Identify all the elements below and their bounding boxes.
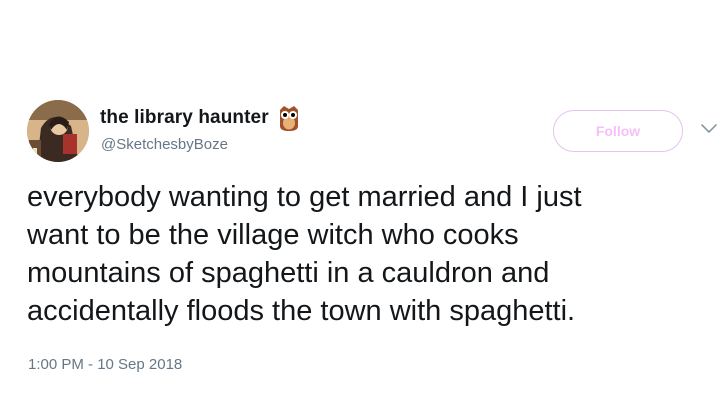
tweet-text-line: everybody wanting to get married and I j… — [27, 181, 582, 213]
owl-emoji-icon — [277, 104, 301, 132]
user-handle[interactable]: @SketchesbyBoze — [101, 136, 228, 153]
tweet-text-line: want to be the village witch who cooks — [27, 219, 519, 251]
tweet-card: the library haunter @SketchesbyBoze Foll… — [0, 0, 720, 418]
chevron-down-icon[interactable] — [700, 122, 718, 134]
tweet-timestamp[interactable]: 1:00 PM - 10 Sep 2018 — [28, 356, 182, 373]
tweet-text: everybody wanting to get married and I j… — [27, 178, 707, 330]
avatar-illustration — [27, 100, 89, 162]
name-row: the library haunter — [100, 104, 301, 132]
follow-button[interactable]: Follow — [553, 110, 683, 152]
profile-avatar[interactable] — [27, 100, 89, 162]
tweet-text-line: accidentally floods the town with spaghe… — [27, 295, 576, 327]
display-name[interactable]: the library haunter — [100, 107, 269, 129]
tweet-text-line: mountains of spaghetti in a cauldron and — [27, 257, 550, 289]
